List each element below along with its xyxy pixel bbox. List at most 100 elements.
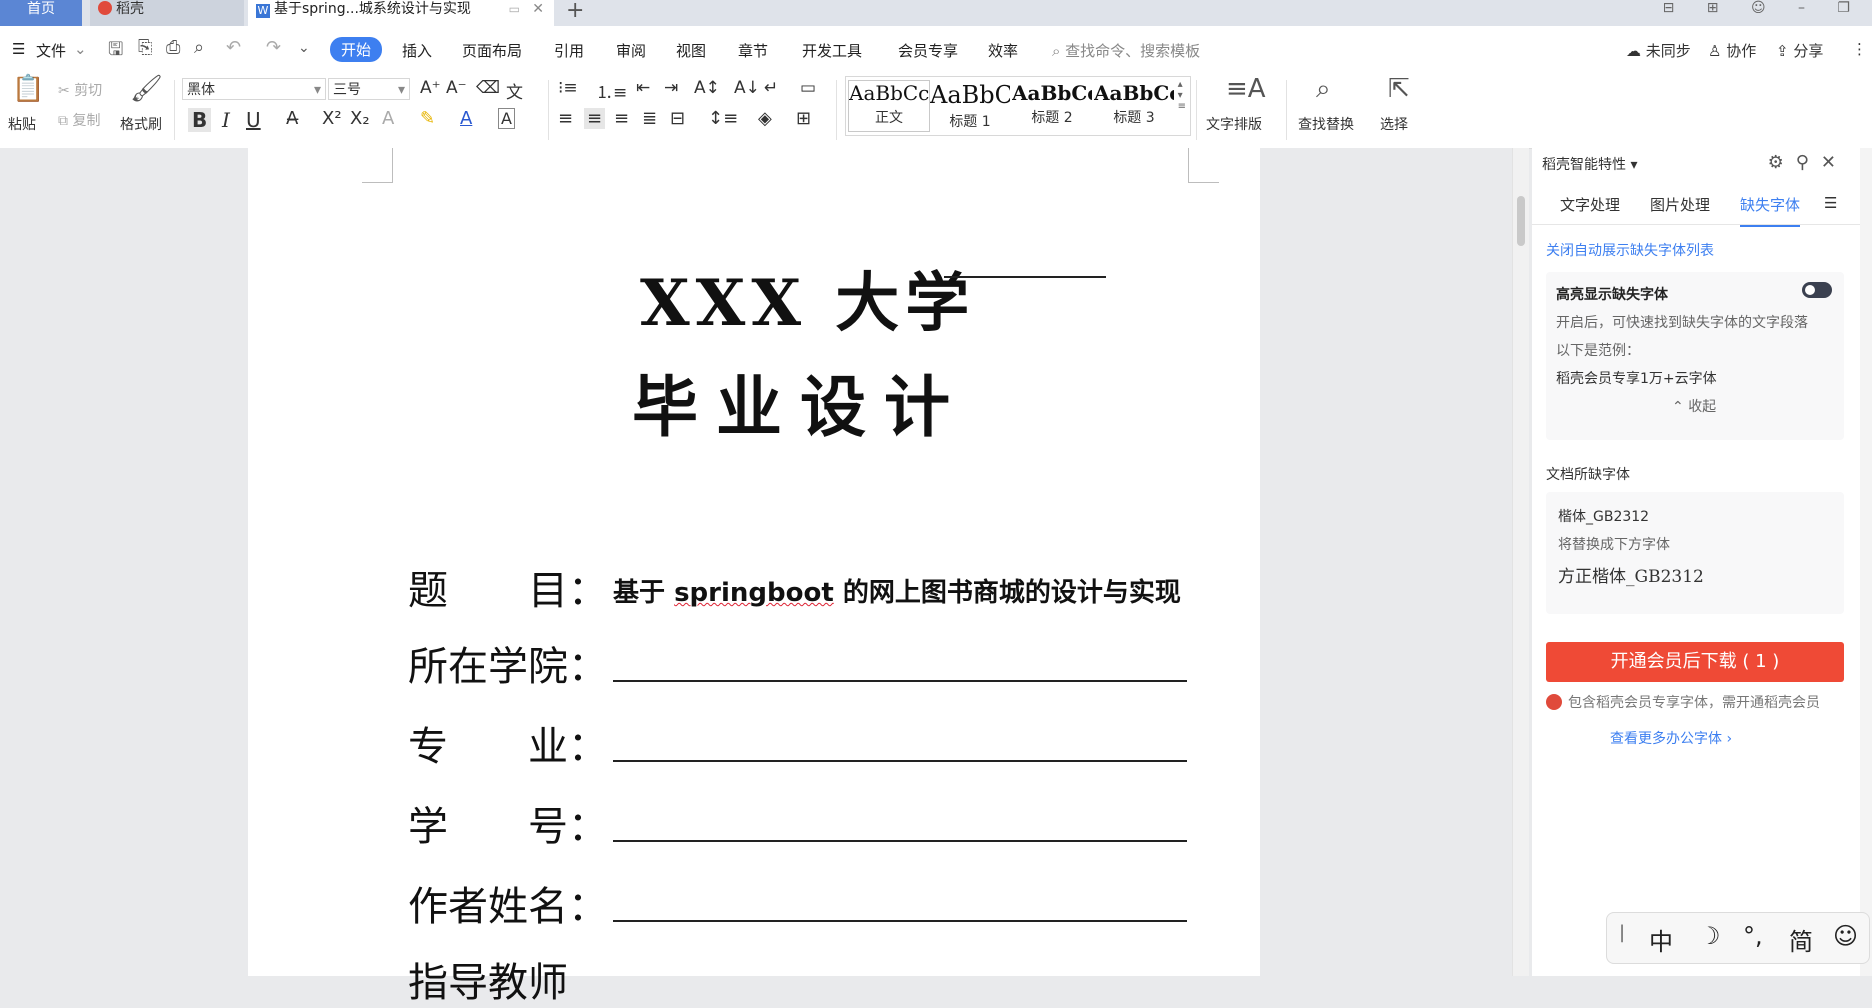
format-painter-button[interactable]: 格式刷 — [120, 114, 162, 134]
more-icon[interactable]: ⋮ — [1852, 40, 1867, 58]
panel-title[interactable]: 稻壳智能特性 ▾ — [1542, 154, 1637, 174]
save-icon[interactable]: 🖫 — [108, 37, 123, 67]
tab-document[interactable]: W 基于spring...城系统设计与实现 ▭ ✕ — [248, 0, 554, 26]
highlight-icon[interactable]: ✎ — [420, 108, 435, 129]
collab-button[interactable]: ♙ 协作 — [1708, 40, 1756, 61]
outdent-icon[interactable]: ⇤ — [636, 78, 650, 98]
phonetic-icon[interactable]: 文 — [506, 78, 523, 103]
command-search[interactable]: ⌕ 查找命令、搜索模板 — [1052, 40, 1200, 61]
copy-button[interactable]: ⧉ 复制 — [58, 110, 100, 130]
redo-icon[interactable]: ↷ — [266, 37, 281, 58]
style-heading-2[interactable]: AaBbCcI 标题 2 — [1012, 81, 1092, 127]
tab-image-processing[interactable]: 图片处理 — [1650, 194, 1710, 215]
shading-icon[interactable]: ◈ — [758, 108, 772, 129]
magnifier-icon[interactable]: ⌕ — [1316, 74, 1331, 105]
share-button[interactable]: ⇪ 分享 — [1776, 40, 1823, 61]
ime-moon-icon[interactable]: ☽ — [1699, 922, 1721, 950]
more-quick-icon[interactable]: ⌄ — [298, 40, 310, 56]
style-normal[interactable]: AaBbCcI 正文 — [848, 80, 930, 132]
italic-button[interactable]: I — [222, 108, 230, 132]
menu-developer[interactable]: 开发工具 — [802, 40, 862, 61]
tab-text-processing[interactable]: 文字处理 — [1560, 194, 1620, 215]
document-page[interactable]: XXX 大学 毕业设计 题 目： 基于 springboot 的网上图书商城的设… — [248, 148, 1260, 1006]
window-controls[interactable]: ⊟ ⊞ ☺ – ❐ — [1663, 0, 1864, 16]
show-marks-icon[interactable]: ↵ — [764, 78, 778, 98]
ime-handle[interactable]: | — [1619, 922, 1625, 943]
borders-icon[interactable]: ⊞ — [796, 108, 811, 129]
print-icon[interactable]: ⎙ — [166, 37, 180, 58]
font-shrink-icon[interactable]: A⁻ — [446, 78, 467, 98]
line-spacing-icon[interactable]: ↕≡ — [708, 108, 738, 129]
pin-icon[interactable]: ⚲ — [1796, 152, 1821, 173]
menu-chapter[interactable]: 章节 — [738, 40, 768, 61]
menu-page-layout[interactable]: 页面布局 — [462, 40, 522, 61]
close-tab-icon[interactable]: ✕ — [532, 0, 544, 18]
align-left-icon[interactable]: ≡ — [558, 108, 573, 129]
style-scroll-icon[interactable]: ▴ ▾ ≡ — [1178, 79, 1186, 112]
font-name-select[interactable]: 黑体 ▾ — [182, 78, 326, 100]
sync-button[interactable]: ☁ 未同步 — [1626, 40, 1691, 61]
close-icon[interactable]: ✕ — [1821, 152, 1848, 173]
style-heading-1[interactable]: AaBbC 标题 1 — [930, 81, 1010, 131]
paste-icon[interactable]: 📋 — [12, 74, 44, 104]
ime-lang-toggle[interactable]: 中 — [1649, 922, 1673, 957]
menu-insert[interactable]: 插入 — [402, 40, 432, 61]
style-heading-3[interactable]: AaBbCc 标题 3 — [1094, 81, 1174, 127]
collapse-button[interactable]: ⌃ 收起 — [1672, 396, 1716, 416]
gear-icon[interactable]: ⚙ — [1768, 152, 1796, 173]
text-direction-icon[interactable]: A↕ — [694, 78, 720, 98]
panel-scrollbar[interactable] — [1860, 148, 1872, 976]
chevron-down-icon[interactable]: ⌄ — [74, 40, 87, 58]
brush-icon[interactable]: 🖌 — [130, 74, 163, 104]
export-pdf-icon[interactable]: ⎘ — [138, 37, 152, 58]
menu-member[interactable]: 会员专享 — [898, 40, 958, 61]
highlight-toggle[interactable] — [1802, 282, 1832, 298]
list-menu-icon[interactable]: ☰ — [1824, 194, 1837, 212]
align-center-icon[interactable]: ≡ — [584, 108, 606, 129]
download-button[interactable]: 开通会员后下载 ( 1 ) — [1546, 642, 1844, 682]
tab-home[interactable]: 首页 — [0, 0, 82, 26]
cursor-icon[interactable]: ⇱ — [1388, 74, 1410, 104]
underline-button[interactable]: U — [246, 108, 261, 132]
find-replace-button[interactable]: 查找替换 — [1298, 114, 1354, 134]
strikethrough-icon[interactable]: A̶ — [286, 108, 298, 129]
close-auto-show-link[interactable]: 关闭自动展示缺失字体列表 — [1546, 240, 1714, 260]
ime-emoji-icon[interactable]: ☺ — [1833, 922, 1858, 950]
char-border-icon[interactable]: A — [498, 108, 515, 129]
indent-icon[interactable]: ⇥ — [664, 78, 678, 98]
text-layout-button[interactable]: 文字排版 — [1206, 114, 1262, 134]
ime-simplified-toggle[interactable]: 简 — [1789, 922, 1813, 957]
text-layout-icon[interactable]: ≡A — [1226, 74, 1266, 104]
ime-punct-toggle[interactable]: °, — [1743, 922, 1763, 950]
distribute-icon[interactable]: ⊟ — [670, 108, 685, 129]
font-grow-icon[interactable]: A⁺ — [420, 78, 441, 98]
align-right-icon[interactable]: ≡ — [614, 108, 629, 129]
menu-review[interactable]: 审阅 — [616, 40, 646, 61]
menu-efficiency[interactable]: 效率 — [988, 40, 1018, 61]
tab-daoke[interactable]: 稻壳 — [90, 0, 244, 26]
print-preview-icon[interactable]: ⌕ — [194, 37, 204, 58]
document-scrollbar[interactable] — [1512, 148, 1529, 976]
tab-missing-fonts[interactable]: 缺失字体 — [1740, 194, 1801, 227]
menu-start[interactable]: 开始 — [330, 37, 383, 62]
sort-icon[interactable]: A↓ — [734, 78, 760, 98]
numbered-list-icon[interactable]: ⒈≡ — [596, 78, 627, 103]
bullet-list-icon[interactable]: ⁝≡ — [558, 78, 578, 98]
scrollbar-thumb[interactable] — [1517, 196, 1525, 246]
menu-file[interactable]: 文件 — [36, 40, 66, 61]
hamburger-icon[interactable]: ☰ — [12, 40, 25, 58]
more-fonts-link[interactable]: 查看更多办公字体 › — [1610, 728, 1732, 748]
font-size-select[interactable]: 三号 ▾ — [328, 78, 410, 100]
clear-format-icon[interactable]: ⌫ — [476, 78, 500, 98]
bold-button[interactable]: B — [188, 108, 212, 132]
justify-icon[interactable]: ≣ — [642, 108, 657, 129]
select-button[interactable]: 选择 — [1380, 114, 1408, 134]
font-color-icon[interactable]: A — [460, 108, 472, 129]
cut-button[interactable]: ✂ 剪切 — [58, 80, 102, 100]
paste-button[interactable]: 粘贴 — [8, 114, 36, 134]
menu-reference[interactable]: 引用 — [554, 40, 584, 61]
new-tab-button[interactable]: + — [566, 0, 584, 23]
ruler-icon[interactable]: ▭ — [800, 78, 816, 98]
superscript-icon[interactable]: X² — [322, 108, 342, 129]
menu-view[interactable]: 视图 — [676, 40, 706, 61]
